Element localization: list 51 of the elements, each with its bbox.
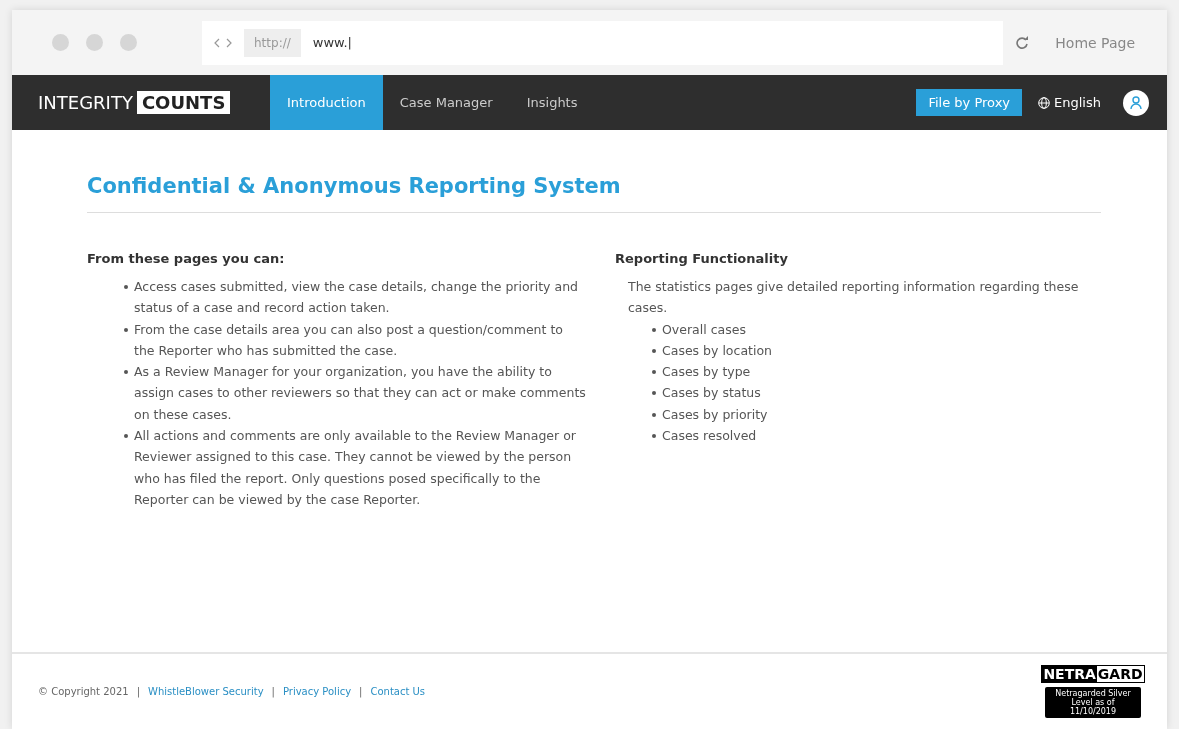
list-item: Access cases submitted, view the case details, change the priority and status of a case and record action taken. — [134, 279, 578, 316]
url-text: www.| — [312, 35, 352, 50]
logo: INTEGRITY COUNTS — [38, 75, 270, 130]
url-scheme: http:// — [244, 28, 301, 57]
list-item: Cases by location — [662, 342, 772, 358]
separator: | — [136, 686, 141, 697]
file-by-proxy-button[interactable]: File by Proxy — [916, 89, 1023, 116]
nav-tab[interactable]: Insights — [509, 75, 595, 130]
badge-logo: NETRAGARD — [1041, 665, 1145, 683]
language-selector[interactable]: English — [1032, 94, 1107, 111]
window-control-dot[interactable] — [120, 34, 137, 51]
separator: | — [271, 686, 275, 697]
bullet-icon — [652, 370, 656, 375]
page-title: Confidential & Anonymous Reporting System — [87, 174, 1101, 213]
footer-link[interactable]: Contact Us — [370, 686, 426, 697]
back-forward-icon[interactable] — [214, 37, 232, 48]
nav-tab[interactable]: Introduction — [270, 75, 383, 130]
list-item: Cases resolved — [662, 428, 757, 444]
window-control-dot[interactable] — [86, 34, 103, 51]
nav-tab[interactable]: Case Manager — [382, 75, 510, 130]
bullet-icon — [124, 434, 128, 439]
list-item: As a Review Manager for your organization, you have the ability to assign cases to other reviewers so that they can act or make comments on these cases. — [134, 364, 586, 422]
bullet-icon — [124, 370, 128, 375]
window-control-dot[interactable] — [52, 34, 69, 51]
bullet-icon — [652, 412, 656, 417]
list-item: Overall cases — [662, 321, 746, 337]
list-item: Cases by priority — [662, 406, 768, 422]
copyright-text: © Copyright 2021 — [38, 686, 129, 697]
footer-link[interactable]: WhistleBlower Security — [148, 686, 264, 697]
bullet-icon — [652, 348, 656, 353]
list-item: From the case details area you can also post a question/comment to the Reporter who has submitted the case. — [134, 321, 563, 358]
bullet-icon — [652, 327, 656, 332]
globe-icon — [1038, 96, 1051, 109]
footer-link[interactable]: Privacy Policy — [282, 686, 352, 697]
list-item: All actions and comments are only available to the Review Manager or Reviewer assigned to this case. They cannot be viewed by the person who has filed the report. Only questions posed specifically to the Reporter can be viewed by the case Reporter. — [134, 428, 576, 507]
user-icon — [1130, 95, 1142, 110]
section-heading: From these pages you can: — [87, 251, 286, 266]
separator: | — [359, 686, 363, 697]
bullet-icon — [652, 434, 656, 439]
list-item: Cases by type — [662, 364, 751, 380]
address-bar[interactable]: http:// www.| — [202, 20, 1004, 65]
badge-note: Netragarded Silver Level as of 11/10/2019 — [1045, 687, 1141, 718]
section-heading: Reporting Functionality — [615, 251, 789, 266]
intro-paragraph: The statistics pages give detailed reporting information regarding these cases. — [628, 278, 1080, 318]
bullet-icon — [124, 327, 128, 332]
bullet-icon — [124, 285, 128, 289]
user-avatar[interactable] — [1123, 89, 1149, 116]
reload-icon[interactable] — [1015, 35, 1030, 50]
list-item: Cases by status — [662, 385, 761, 401]
home-page-link[interactable]: Home Page — [1055, 34, 1135, 51]
bullet-icon — [652, 391, 656, 396]
